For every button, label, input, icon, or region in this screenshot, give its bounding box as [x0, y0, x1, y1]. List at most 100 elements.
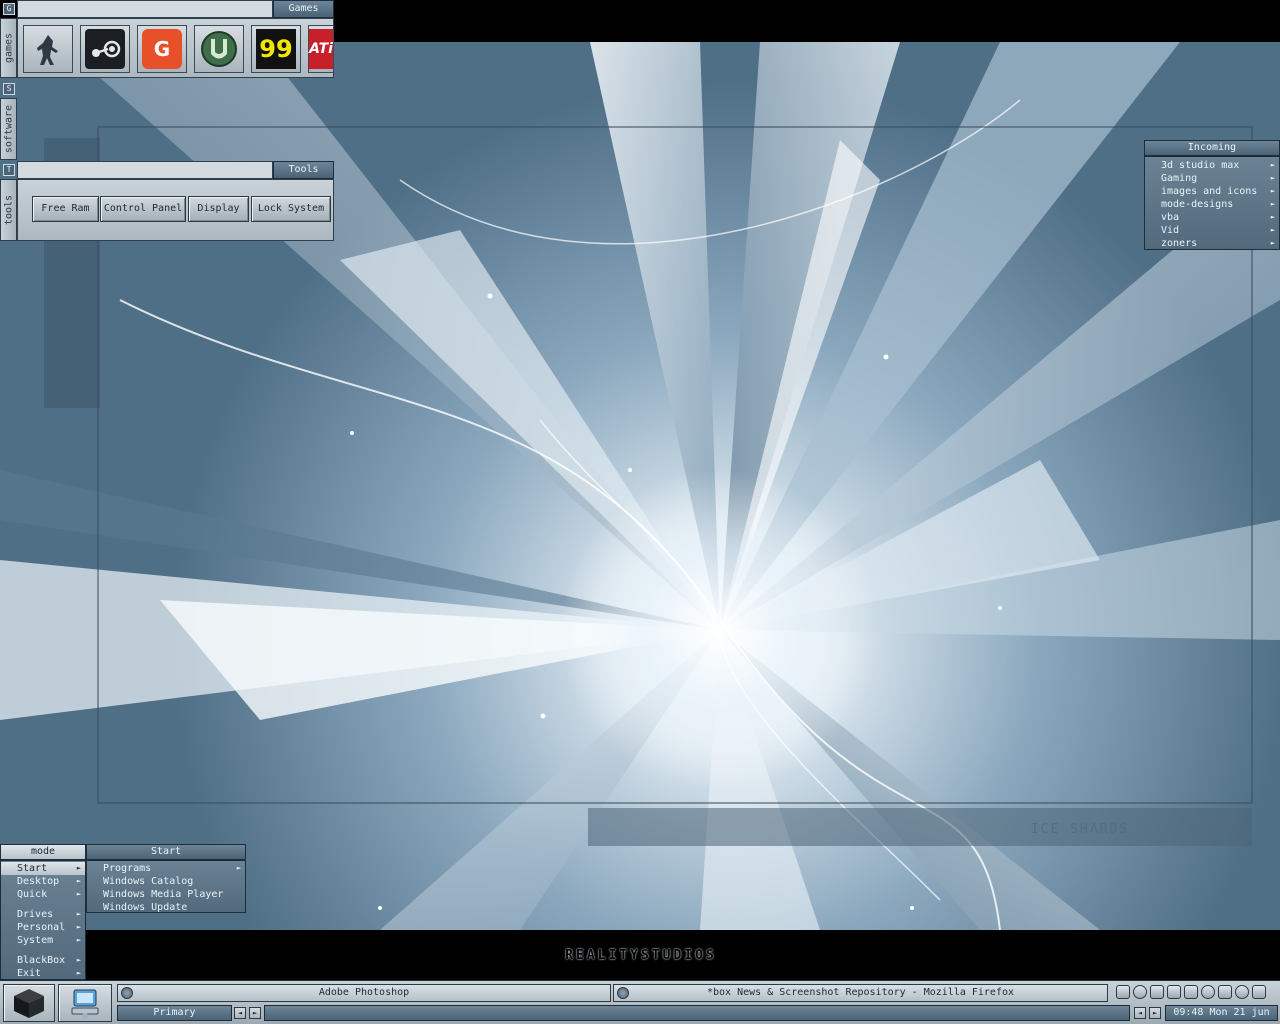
incoming-item-label: mode-designs [1161, 199, 1234, 210]
mode-item-drives[interactable]: Drives ► [1, 908, 85, 921]
mode-item-start[interactable]: Start ► [1, 862, 85, 875]
incoming-menu-title: Incoming [1144, 140, 1280, 156]
start-item-label: Windows Catalog [103, 876, 194, 887]
mode-item-personal[interactable]: Personal ► [1, 921, 85, 934]
mode-item-label: System [17, 935, 54, 946]
software-tab-letter[interactable]: S [3, 83, 15, 95]
photoshop-app-icon [121, 987, 133, 999]
tray-registered-icon[interactable] [1201, 985, 1215, 999]
lock-system-button[interactable]: Lock System [251, 196, 331, 222]
game-spy-glyph: G [142, 29, 182, 69]
workspace-task-strip [264, 1005, 1130, 1021]
incoming-item-label: vba [1161, 212, 1180, 223]
incoming-item-images-and-icons[interactable]: images and icons ► [1145, 185, 1279, 198]
task-mozilla-firefox[interactable]: *box News & Screenshot Repository - Mozi… [613, 984, 1108, 1002]
ati-icon[interactable]: ATi [308, 25, 334, 73]
start-item-windows-media-player[interactable]: Windows Media Player [87, 888, 245, 901]
software-vertical-tab[interactable]: software [0, 98, 17, 160]
chevron-right-icon: ► [76, 956, 81, 964]
incoming-item-gaming[interactable]: Gaming ► [1145, 172, 1279, 185]
mode-menu: Start ► Desktop ► Quick ► Drives ► Personal ►… [0, 860, 86, 980]
chevron-right-icon: ► [1270, 239, 1275, 247]
tray-antivirus-icon[interactable] [1218, 985, 1232, 999]
chevron-right-icon: ► [76, 936, 81, 944]
unreal-tournament-icon[interactable] [194, 25, 244, 73]
mode-item-blackbox[interactable]: BlackBox ► [1, 954, 85, 967]
tools-panel-title: Tools [273, 161, 334, 179]
incoming-item-vba[interactable]: vba ► [1145, 211, 1279, 224]
mode-item-quick[interactable]: Quick ► [1, 888, 85, 901]
task-adobe-photoshop[interactable]: Adobe Photoshop [117, 984, 611, 1002]
game-99-glyph: 99 [256, 29, 296, 69]
games-tab-letter[interactable]: G [3, 3, 15, 15]
counter-strike-icon[interactable] [23, 25, 73, 73]
game-spy-icon[interactable]: G [137, 25, 187, 73]
computer-icon [71, 989, 99, 1019]
chevron-right-icon: ► [76, 864, 81, 872]
start-item-windows-catalog[interactable]: Windows Catalog [87, 875, 245, 888]
mode-item-label: Drives [17, 909, 54, 920]
mode-item-system[interactable]: System ► [1, 934, 85, 947]
chevron-right-icon: ► [76, 969, 81, 977]
counter-strike-glyph [28, 29, 68, 69]
incoming-item-vid[interactable]: Vid ► [1145, 224, 1279, 237]
workspace-next-button[interactable]: ► [249, 1007, 261, 1019]
tools-vertical-tab-label: tools [3, 194, 14, 226]
chevron-right-icon: ► [76, 910, 81, 918]
chevron-right-icon: ► [1270, 200, 1275, 208]
free-ram-button[interactable]: Free Ram [32, 196, 99, 222]
chevron-right-icon: ► [76, 923, 81, 931]
mode-item-label: BlackBox [17, 955, 66, 966]
games-title-strip [17, 0, 273, 18]
tools-vertical-tab[interactable]: tools [0, 179, 17, 241]
task-prev-button[interactable]: ◄ [1134, 1007, 1146, 1019]
display-button[interactable]: Display [188, 196, 249, 222]
start-item-label: Programs [103, 863, 152, 874]
games-vertical-tab-label: games [3, 32, 14, 64]
control-panel-button[interactable]: Control Panel [100, 196, 186, 222]
mode-item-label: Desktop [17, 876, 60, 887]
chevron-right-icon: ► [1270, 213, 1275, 221]
mode-item-label: Quick [17, 889, 48, 900]
tray-network-icon[interactable] [1133, 985, 1147, 999]
wallpaper-logo-text: REALITYSTUDIOS [565, 948, 717, 963]
mode-item-label: Personal [17, 922, 66, 933]
chevron-right-icon: ► [236, 864, 241, 872]
chevron-right-icon: ► [76, 877, 81, 885]
tray-speaker-icon[interactable] [1252, 985, 1266, 999]
workspace-prev-button[interactable]: ◄ [234, 1007, 246, 1019]
blackbox-menu-button[interactable] [3, 984, 55, 1022]
tray-ati-icon[interactable] [1184, 985, 1198, 999]
game-99-icon[interactable]: 99 [251, 25, 301, 73]
chevron-right-icon: ► [1270, 174, 1275, 182]
show-desktop-button[interactable] [58, 984, 112, 1022]
games-vertical-tab[interactable]: games [0, 18, 17, 78]
task-label: *box News & Screenshot Repository - Mozi… [706, 987, 1015, 998]
black-cube-icon [14, 989, 44, 1018]
incoming-item-label: Gaming [1161, 173, 1198, 184]
start-item-windows-update[interactable]: Windows Update [87, 901, 245, 914]
tray-messenger-icon[interactable] [1150, 985, 1164, 999]
tray-settings-icon[interactable] [1116, 985, 1130, 999]
mode-item-desktop[interactable]: Desktop ► [1, 875, 85, 888]
tools-title-strip [17, 161, 273, 179]
clock: 09:48 Mon 21 jun [1165, 1005, 1278, 1021]
incoming-item-3d-studio-max[interactable]: 3d studio max ► [1145, 159, 1279, 172]
tools-tab-letter[interactable]: T [3, 164, 15, 176]
chevron-right-icon: ► [1270, 161, 1275, 169]
incoming-item-mode-designs[interactable]: mode-designs ► [1145, 198, 1279, 211]
steam-icon[interactable] [80, 25, 130, 73]
tray-steam-icon[interactable] [1167, 985, 1181, 999]
taskbar: Adobe Photoshop *box News & Screenshot R… [0, 980, 1280, 1024]
wallpaper-ice-shards-text: ICE SHARDS [1030, 822, 1130, 837]
software-vertical-tab-label: software [3, 104, 14, 154]
incoming-item-zoners[interactable]: zoners ► [1145, 237, 1279, 250]
start-item-programs[interactable]: Programs ► [87, 862, 245, 875]
mode-item-exit[interactable]: Exit ► [1, 967, 85, 980]
firefox-app-icon [617, 987, 629, 999]
task-next-button[interactable]: ► [1149, 1007, 1161, 1019]
start-item-label: Windows Update [103, 902, 188, 913]
mode-item-label: Exit [17, 968, 42, 979]
mode-item-label: Start [17, 863, 48, 874]
tray-volume-icon[interactable] [1235, 985, 1249, 999]
